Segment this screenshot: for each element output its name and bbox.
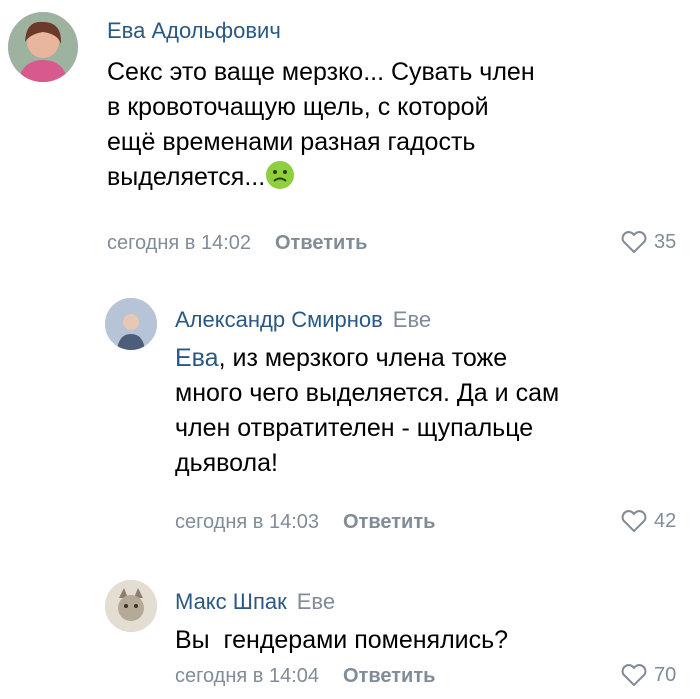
nauseated-face-icon	[266, 161, 295, 189]
comment-meta: сегодня в 14:03 Ответить	[175, 511, 435, 534]
author-name[interactable]: Ева Адольфович	[107, 18, 281, 43]
comment-meta: сегодня в 14:04 Ответить	[175, 665, 435, 688]
like-button[interactable]: 70	[620, 663, 676, 687]
comment-text-line: Секс это ваще мерзко... Сувать член	[107, 58, 535, 86]
comment-text: Вы гендерами поменялись?	[175, 623, 508, 658]
reply-to[interactable]: Еве	[297, 589, 335, 614]
comment-meta: сегодня в 14:02 Ответить	[107, 232, 367, 255]
comment-text-line: , из мерзкого члена тоже	[218, 344, 508, 372]
like-count: 70	[654, 663, 677, 686]
timestamp: сегодня в 14:04	[175, 665, 319, 687]
heart-icon	[621, 664, 647, 686]
heart-icon	[621, 510, 647, 532]
avatar[interactable]	[105, 298, 157, 350]
avatar-image	[105, 580, 157, 632]
comment-text-line: выделяется...	[107, 163, 266, 191]
reply-button[interactable]: Ответить	[275, 232, 367, 254]
author-line: Ева Адольфович	[107, 18, 281, 44]
author-name[interactable]: Макс Шпак	[175, 589, 287, 614]
author-line: Александр Смирнов Еве	[175, 307, 431, 333]
like-count: 35	[654, 230, 677, 253]
timestamp: сегодня в 14:02	[107, 232, 251, 254]
comment-text-line: в кровоточащую щель, с которой	[107, 93, 489, 121]
comment-text-line: много чего выделяется. Да и сам	[175, 379, 560, 407]
comment-text-line: ещё временами разная гадость	[107, 128, 476, 156]
like-count: 42	[654, 509, 677, 532]
avatar[interactable]	[105, 580, 157, 632]
author-name[interactable]: Александр Смирнов	[175, 307, 383, 332]
comment-text-line: Вы гендерами поменялись?	[175, 626, 509, 654]
avatar[interactable]	[8, 12, 78, 82]
timestamp: сегодня в 14:03	[175, 511, 319, 533]
reply-button[interactable]: Ответить	[343, 511, 435, 533]
comment-text: Ева, из мерзкого члена тоже много чего в…	[175, 341, 559, 481]
reply-to[interactable]: Еве	[393, 307, 431, 332]
comment-text-line: член отвратителен - щупальце	[175, 414, 534, 442]
avatar-image	[8, 12, 78, 82]
avatar-image	[105, 298, 157, 350]
reply-button[interactable]: Ответить	[343, 665, 435, 687]
like-button[interactable]: 42	[620, 509, 676, 533]
heart-icon	[621, 231, 647, 253]
author-line: Макс Шпак Еве	[175, 589, 335, 615]
comment-text-line: дьявола!	[175, 449, 278, 477]
comment-text: Секс это ваще мерзко... Сувать член в кр…	[107, 55, 535, 195]
like-button[interactable]: 35	[620, 230, 676, 254]
mention-link[interactable]: Ева	[175, 344, 219, 372]
